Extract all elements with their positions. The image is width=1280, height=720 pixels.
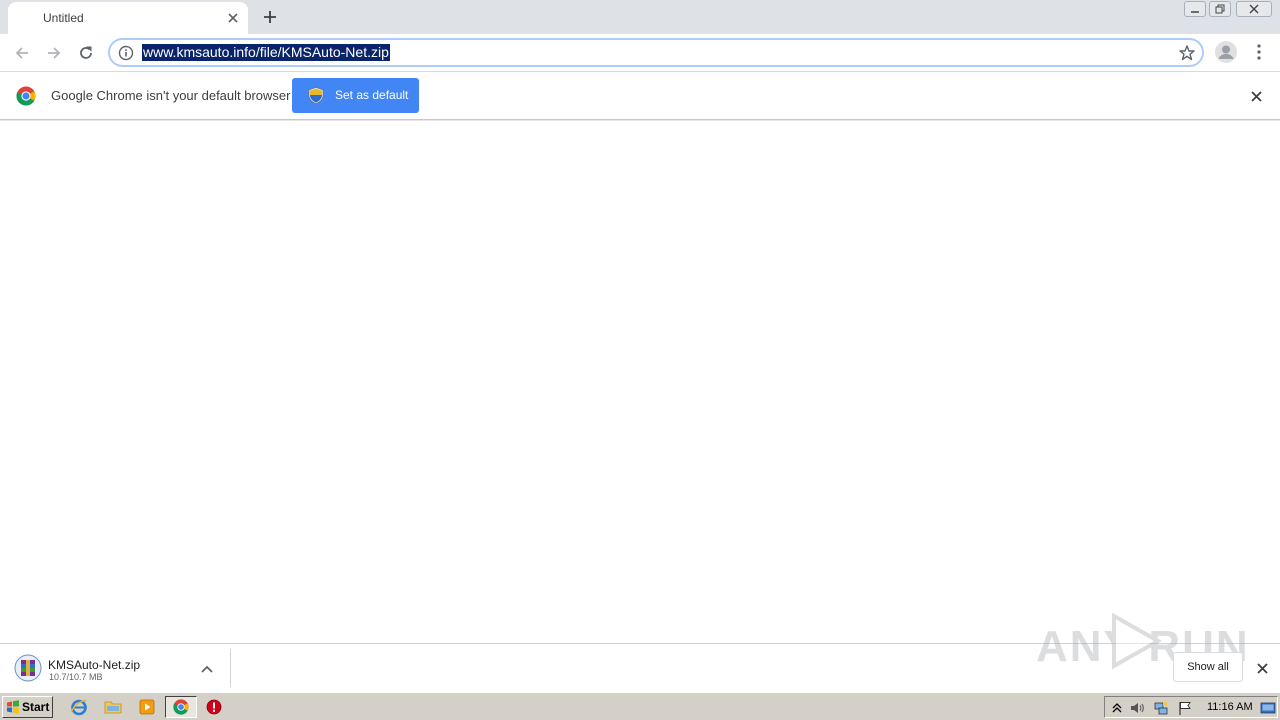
info-icon[interactable]: [118, 45, 134, 61]
chrome-logo-icon: [16, 86, 36, 106]
tab-untitled[interactable]: Untitled: [8, 2, 248, 34]
close-icon: [1249, 4, 1259, 14]
window-restore-button[interactable]: [1209, 1, 1231, 17]
window-close-button[interactable]: [1236, 1, 1272, 17]
plus-icon: [264, 11, 276, 23]
set-as-default-label: Set as default: [335, 88, 409, 102]
show-all-downloads-button[interactable]: Show all: [1173, 652, 1243, 682]
infobar-close-button[interactable]: [1246, 86, 1266, 106]
set-as-default-button[interactable]: Set as default: [292, 78, 419, 113]
media-player-icon: [139, 699, 155, 715]
uac-shield-icon: [308, 87, 324, 104]
more-vert-icon: [1257, 44, 1261, 60]
network-icon[interactable]: [1153, 700, 1169, 716]
taskbar-media-player[interactable]: [136, 697, 158, 717]
action-center-flag-icon[interactable]: [1177, 700, 1193, 716]
download-shelf-close-button[interactable]: [1252, 658, 1272, 678]
bookmark-star-icon[interactable]: [1178, 44, 1196, 62]
chrome-menu-button[interactable]: [1248, 40, 1270, 64]
stop-sign-icon: [206, 699, 222, 715]
reload-icon: [80, 46, 92, 59]
shelf-divider: [230, 649, 231, 687]
internet-explorer-icon: [70, 699, 87, 716]
minimize-icon: [1191, 11, 1199, 13]
download-options-button[interactable]: [198, 660, 216, 678]
taskbar-google-chrome[interactable]: [165, 696, 197, 718]
url-text[interactable]: www.kmsauto.info/file/KMSAuto-Net.zip: [142, 44, 390, 61]
folder-icon: [104, 701, 122, 714]
chevron-up-icon: [201, 665, 213, 673]
download-progress-text: 10.7/10.7 MB: [49, 672, 103, 682]
volume-icon[interactable]: [1129, 700, 1145, 716]
default-browser-infobar: Google Chrome isn't your default browser…: [0, 72, 1280, 120]
start-label: Start: [22, 700, 50, 714]
close-icon: [1250, 90, 1262, 102]
download-shelf: KMSAuto-Net.zip 10.7/10.7 MB ANY RUN Sho…: [0, 612, 1280, 692]
chrome-icon: [173, 699, 189, 715]
page-content: [0, 121, 1280, 643]
infobar-message: Google Chrome isn't your default browser: [51, 88, 291, 103]
close-icon: [1256, 662, 1268, 674]
profile-avatar-icon[interactable]: [1214, 40, 1238, 64]
tab-close-button[interactable]: [224, 9, 242, 27]
tab-title: Untitled: [43, 11, 84, 25]
browser-toolbar: www.kmsauto.info/file/KMSAuto-Net.zip: [0, 34, 1280, 72]
system-tray: 11:16 AM: [1104, 696, 1278, 718]
close-icon: [228, 13, 238, 23]
forward-button[interactable]: [40, 39, 68, 67]
reload-button[interactable]: [72, 39, 100, 67]
window-minimize-button[interactable]: [1184, 1, 1206, 17]
address-bar[interactable]: www.kmsauto.info/file/KMSAuto-Net.zip: [108, 38, 1204, 67]
new-tab-button[interactable]: [258, 5, 282, 29]
tray-expand-icon[interactable]: [1109, 700, 1125, 716]
arrow-right-icon: [48, 47, 61, 59]
winrar-archive-icon[interactable]: [14, 654, 42, 682]
start-button[interactable]: Start: [2, 696, 53, 718]
arrow-left-icon: [15, 47, 28, 59]
taskbar-file-explorer[interactable]: [102, 697, 124, 717]
taskbar-stop-app[interactable]: [203, 697, 225, 717]
taskbar-clock[interactable]: 11:16 AM: [1207, 701, 1253, 713]
back-button[interactable]: [8, 39, 36, 67]
windows-logo-icon: [7, 700, 19, 714]
taskbar-internet-explorer[interactable]: [68, 697, 90, 717]
show-desktop-icon[interactable]: [1260, 700, 1276, 716]
download-filename[interactable]: KMSAuto-Net.zip: [48, 658, 140, 672]
restore-icon: [1215, 4, 1225, 14]
windows-taskbar: Start 11:16 AM: [0, 692, 1280, 720]
play-logo-icon: [1112, 612, 1163, 670]
tab-strip: Untitled: [0, 0, 1280, 34]
